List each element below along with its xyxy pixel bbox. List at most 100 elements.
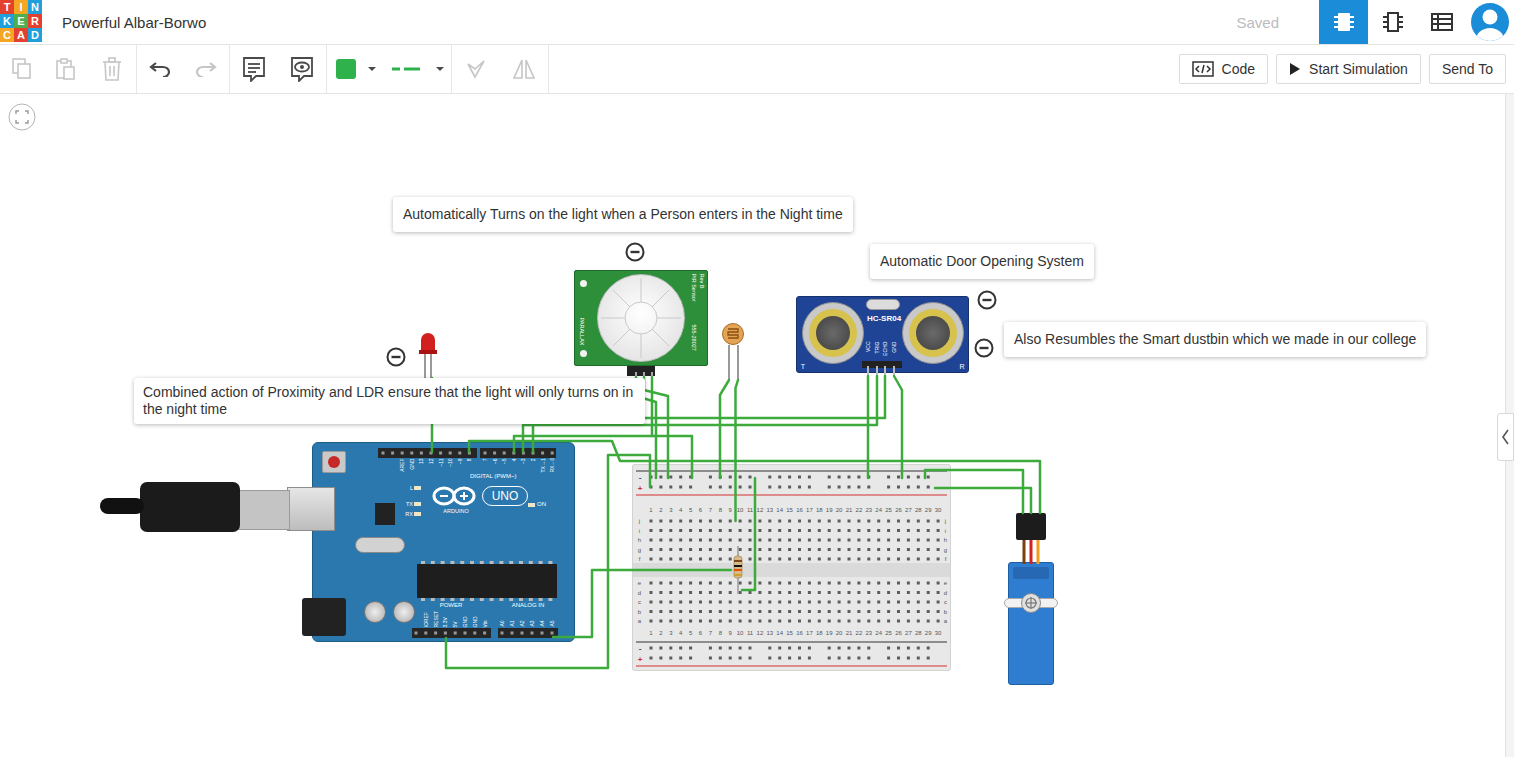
fit-view-icon[interactable] (8, 103, 36, 131)
pin-label: A2 (519, 614, 526, 626)
button-label[interactable]: Start Simulation (1309, 61, 1408, 77)
pin-label: GND (891, 341, 898, 359)
pin-label: ~5 (501, 458, 508, 472)
collapse-note-icon[interactable] (386, 347, 406, 367)
column-number: 20 (833, 629, 845, 637)
row-letter: b (636, 608, 643, 616)
panel-toggle[interactable] (1497, 413, 1514, 461)
tool-button[interactable] (500, 45, 548, 93)
view-button[interactable] (1368, 0, 1417, 44)
row-letter: b (942, 608, 949, 616)
undo-icon[interactable] (149, 61, 171, 77)
fill-color-icon[interactable] (334, 58, 378, 80)
pin-label: A1 (509, 614, 516, 626)
note-text[interactable]: Also Resumbles the Smart dustbin which w… (1014, 331, 1416, 347)
tool-button[interactable] (327, 45, 385, 93)
avatar-icon[interactable] (1470, 2, 1510, 42)
usb-plug[interactable] (140, 482, 240, 532)
tool-button[interactable] (137, 45, 183, 93)
note[interactable]: Combined action of Proximity and LDR ens… (134, 378, 645, 424)
rotate-icon[interactable] (465, 58, 487, 80)
column-number: 11 (744, 629, 756, 637)
pin-label: VCC (865, 341, 872, 359)
rail-sign: - (636, 644, 644, 653)
code-button[interactable]: Code (1179, 54, 1268, 84)
component-list-icon[interactable] (1431, 13, 1453, 31)
tool-button[interactable] (278, 45, 326, 93)
column-number: 12 (754, 506, 766, 514)
tool-button[interactable] (385, 45, 451, 93)
view-button[interactable] (1417, 0, 1466, 44)
column-number: 10 (734, 506, 746, 514)
column-number: 16 (794, 506, 806, 514)
tool-button[interactable] (0, 45, 44, 93)
logo-letter: K (0, 14, 14, 28)
collapse-note-icon[interactable] (625, 242, 645, 262)
redo-icon[interactable] (195, 61, 217, 77)
note-text[interactable]: Automatically Turns on the light when a … (403, 206, 843, 222)
notes-visibility-icon[interactable] (290, 56, 314, 82)
send-to-button[interactable]: Send To (1429, 54, 1506, 84)
delete-icon[interactable] (102, 57, 122, 81)
code-icon[interactable] (1192, 61, 1214, 77)
view-button[interactable] (1319, 0, 1368, 44)
note-text[interactable]: Combined action of Proximity and LDR ens… (143, 384, 633, 417)
arduino-uno[interactable] (312, 442, 575, 642)
logo-letter: R (28, 14, 42, 28)
model-label: UNO (492, 489, 519, 503)
logo-letter: N (28, 0, 42, 14)
transducer-mesh (816, 316, 850, 350)
copy-icon[interactable] (12, 58, 32, 80)
servo-motor[interactable] (1008, 562, 1054, 685)
arduino-logo-icon (431, 485, 479, 507)
play-icon[interactable] (1289, 62, 1301, 76)
column-number: 10 (734, 629, 746, 637)
account-button[interactable] (1466, 0, 1514, 44)
button-label[interactable]: Send To (1442, 61, 1493, 77)
photoresistor[interactable] (722, 323, 744, 345)
column-number: 22 (853, 629, 865, 637)
board-led (414, 502, 421, 506)
column-number: 27 (902, 629, 914, 637)
note-text[interactable]: Automatic Door Opening System (880, 253, 1084, 269)
column-number: 24 (873, 629, 885, 637)
schematic-view-icon[interactable] (1382, 10, 1404, 34)
pin-label: RX←0 (549, 458, 556, 472)
tool-button[interactable] (452, 45, 500, 93)
pin-label: TRIG (874, 341, 881, 359)
collapse-note-icon[interactable] (974, 338, 994, 358)
column-number: 6 (695, 506, 707, 514)
column-number: 18 (813, 506, 825, 514)
mirror-icon[interactable] (512, 58, 536, 80)
servo-connector (1016, 513, 1046, 540)
start-simulation-button[interactable]: Start Simulation (1276, 54, 1421, 84)
tinkercad-logo[interactable]: TINKERCAD (0, 0, 42, 42)
note[interactable]: Also Resumbles the Smart dustbin which w… (1004, 322, 1426, 357)
column-number: 30 (932, 629, 944, 637)
line-style-icon[interactable] (390, 62, 446, 76)
logo-letter: E (14, 14, 28, 28)
separator (548, 45, 549, 93)
pin-label: Vin (481, 611, 488, 627)
column-number: 28 (912, 629, 924, 637)
tool-button[interactable] (230, 45, 278, 93)
column-number: 15 (784, 506, 796, 514)
collapse-note-icon[interactable] (977, 290, 997, 310)
tool-button[interactable] (44, 45, 88, 93)
button-label[interactable]: Code (1222, 61, 1255, 77)
pir-label: 555-28027 (690, 324, 697, 356)
design-title[interactable]: Powerful Albar-Borwo (62, 14, 206, 31)
column-number: 7 (704, 629, 716, 637)
tool-button[interactable] (88, 45, 136, 93)
note[interactable]: Automatically Turns on the light when a … (393, 197, 853, 232)
side-label: T (799, 362, 807, 371)
paste-icon[interactable] (56, 58, 76, 80)
breadboard-view-icon[interactable] (1333, 10, 1355, 34)
pin-label: A0 (499, 614, 506, 626)
note-icon[interactable] (242, 56, 266, 82)
row-letter: h (636, 536, 643, 544)
column-number: 13 (764, 629, 776, 637)
tool-button[interactable] (183, 45, 229, 93)
pir-header (627, 366, 655, 376)
note[interactable]: Automatic Door Opening System (870, 244, 1094, 279)
